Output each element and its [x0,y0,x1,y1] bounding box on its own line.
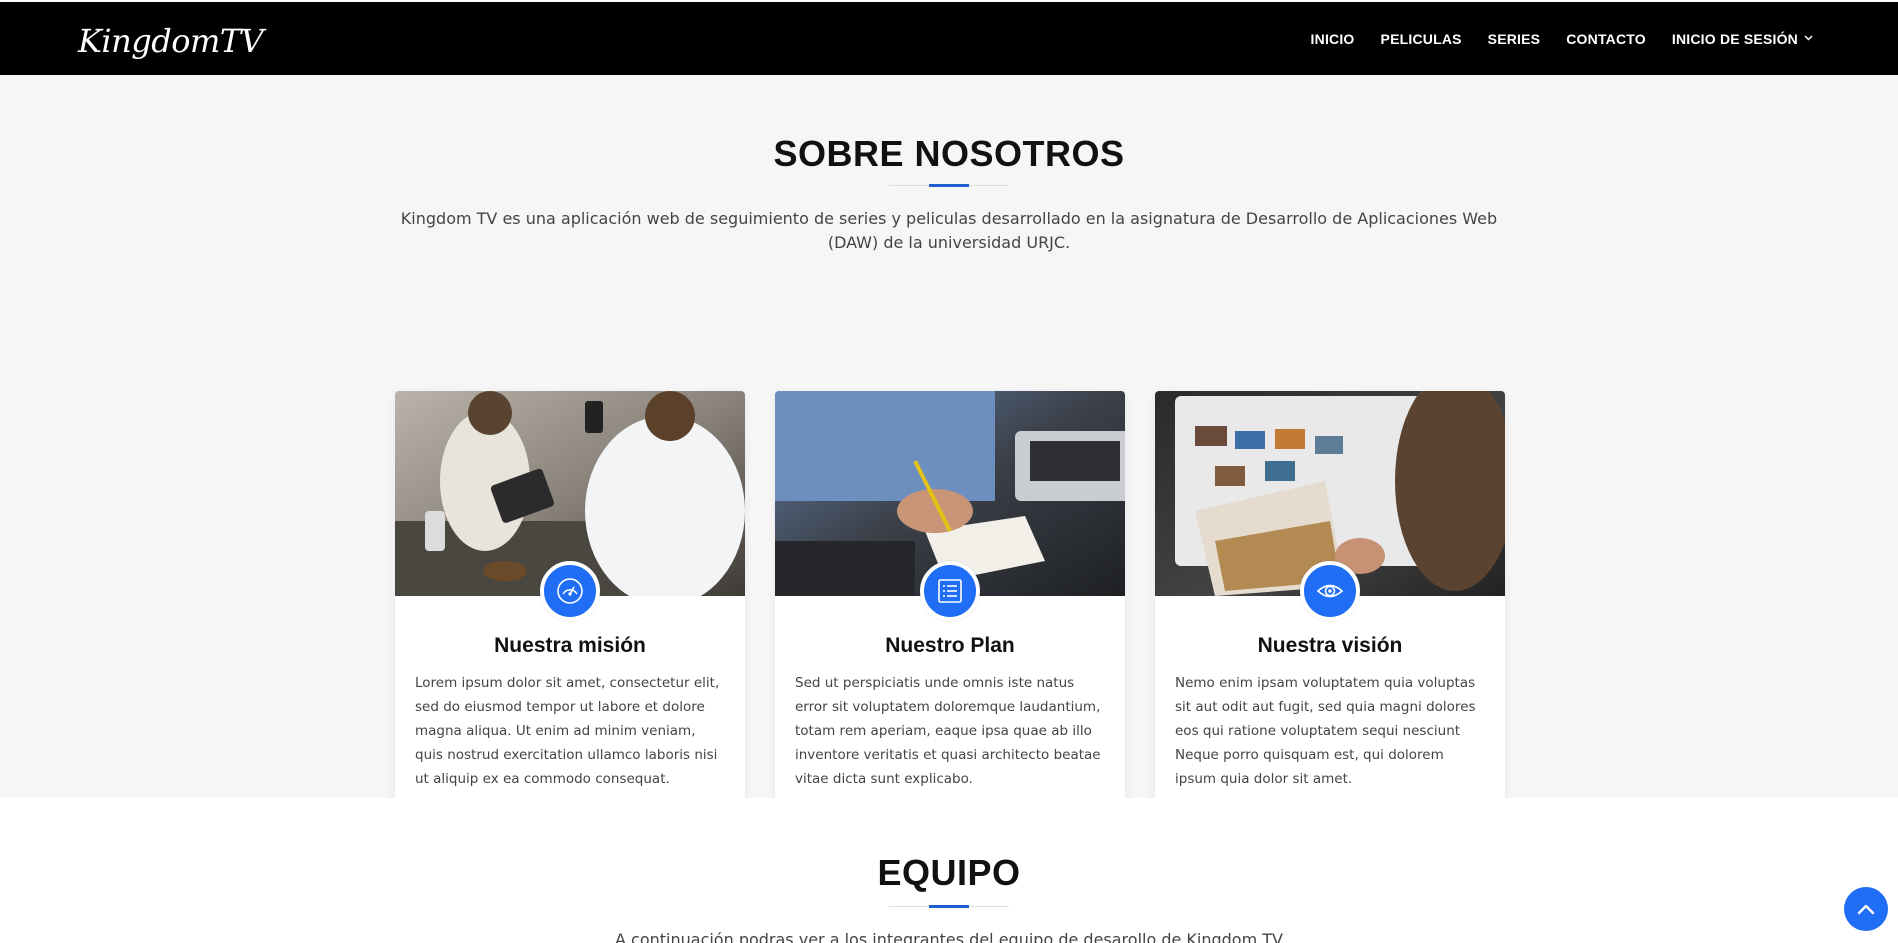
card-text: Nemo enim ipsam voluptatem quia voluptas… [1175,675,1476,787]
nav-link-series[interactable]: SERIES [1488,31,1541,47]
nav-link-peliculas[interactable]: PELICULAS [1381,31,1462,47]
section-lead: A continuación podras ver a los integran… [615,930,1283,943]
nav-dropdown-login[interactable]: INICIO DE SESIÓN [1672,31,1813,47]
chevron-down-icon [1804,33,1813,44]
nav-label: INICIO DE SESIÓN [1671,30,1798,47]
nav-link-contacto[interactable]: CONTACTO [1566,31,1646,47]
nav-label: PELICULAS [1380,30,1462,47]
nav-link-inicio[interactable]: INICIO [1311,31,1355,47]
speedometer-icon [540,561,600,621]
card-text: Sed ut perspiciatis unde omnis iste natu… [795,675,1101,787]
card-mission: Nuestra misión Lorem ipsum dolor sit ame… [395,391,745,811]
title-divider [889,905,1009,908]
nav-label: CONTACTO [1566,30,1646,47]
nav-label: SERIES [1487,30,1541,47]
section-title: EQUIPO [877,852,1021,893]
card-text: Lorem ipsum dolor sit amet, consectetur … [415,675,720,787]
card-title: Nuestra visión [1257,634,1403,657]
section-title: SOBRE NOSOTROS [773,133,1125,174]
arrow-up-icon [1857,900,1875,919]
nav-label: INICIO [1310,30,1355,47]
card-title: Nuestro Plan [885,634,1015,657]
about-section: SOBRE NOSOTROS Kingdom TV es una aplicac… [0,75,1898,811]
team-section: EQUIPO A continuación podras ver a los i… [0,798,1898,943]
list-icon [920,561,980,621]
eye-icon [1300,561,1360,621]
scroll-to-top-button[interactable] [1844,887,1888,931]
card-title: Nuestra misión [494,634,646,657]
site-header: KingdomTV INICIO PELICULAS SERIES CONTAC… [0,0,1898,75]
card-vision: Nuestra visión Nemo enim ipsam voluptate… [1155,391,1505,811]
site-logo[interactable]: KingdomTV [78,22,264,60]
card-plan: Nuestro Plan Sed ut perspiciatis unde om… [775,391,1125,811]
title-divider [889,184,1009,187]
main-nav: INICIO PELICULAS SERIES CONTACTO INICIO … [1311,2,1813,75]
section-lead: Kingdom TV es una aplicación web de segu… [400,209,1498,252]
